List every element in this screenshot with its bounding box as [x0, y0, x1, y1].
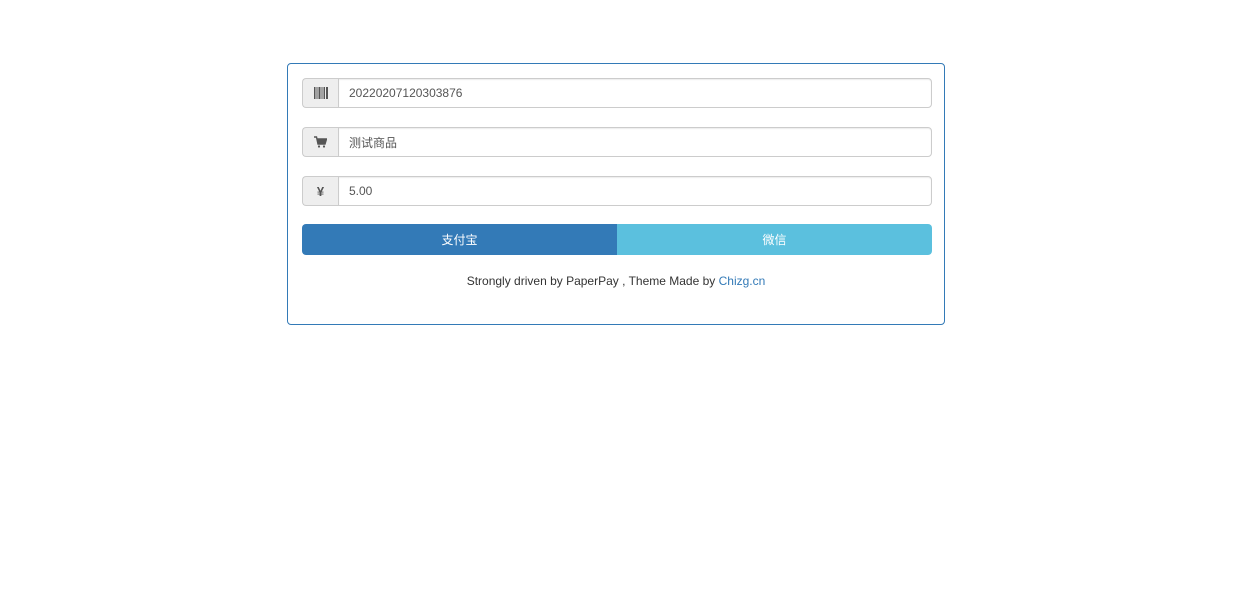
footer-text: Strongly driven by PaperPay , Theme Made… — [466, 274, 719, 288]
order-number-input[interactable] — [338, 78, 932, 108]
footer-link[interactable]: Chizg.cn — [719, 274, 766, 288]
shopping-cart-icon — [302, 127, 338, 157]
footer-credit: Strongly driven by PaperPay , Theme Made… — [288, 274, 944, 288]
product-name-input[interactable] — [338, 127, 932, 157]
order-number-field — [302, 78, 932, 108]
amount-input[interactable] — [338, 176, 932, 206]
product-name-field — [302, 127, 932, 157]
amount-field: ¥ — [302, 176, 932, 206]
payment-method-buttons: 支付宝 微信 — [302, 224, 932, 255]
wechat-pay-button[interactable]: 微信 — [617, 224, 932, 255]
barcode-icon — [302, 78, 338, 108]
payment-panel: ¥ 支付宝 微信 Strongly driven by PaperPay , T… — [287, 63, 945, 325]
alipay-button[interactable]: 支付宝 — [302, 224, 617, 255]
yen-icon: ¥ — [302, 176, 338, 206]
